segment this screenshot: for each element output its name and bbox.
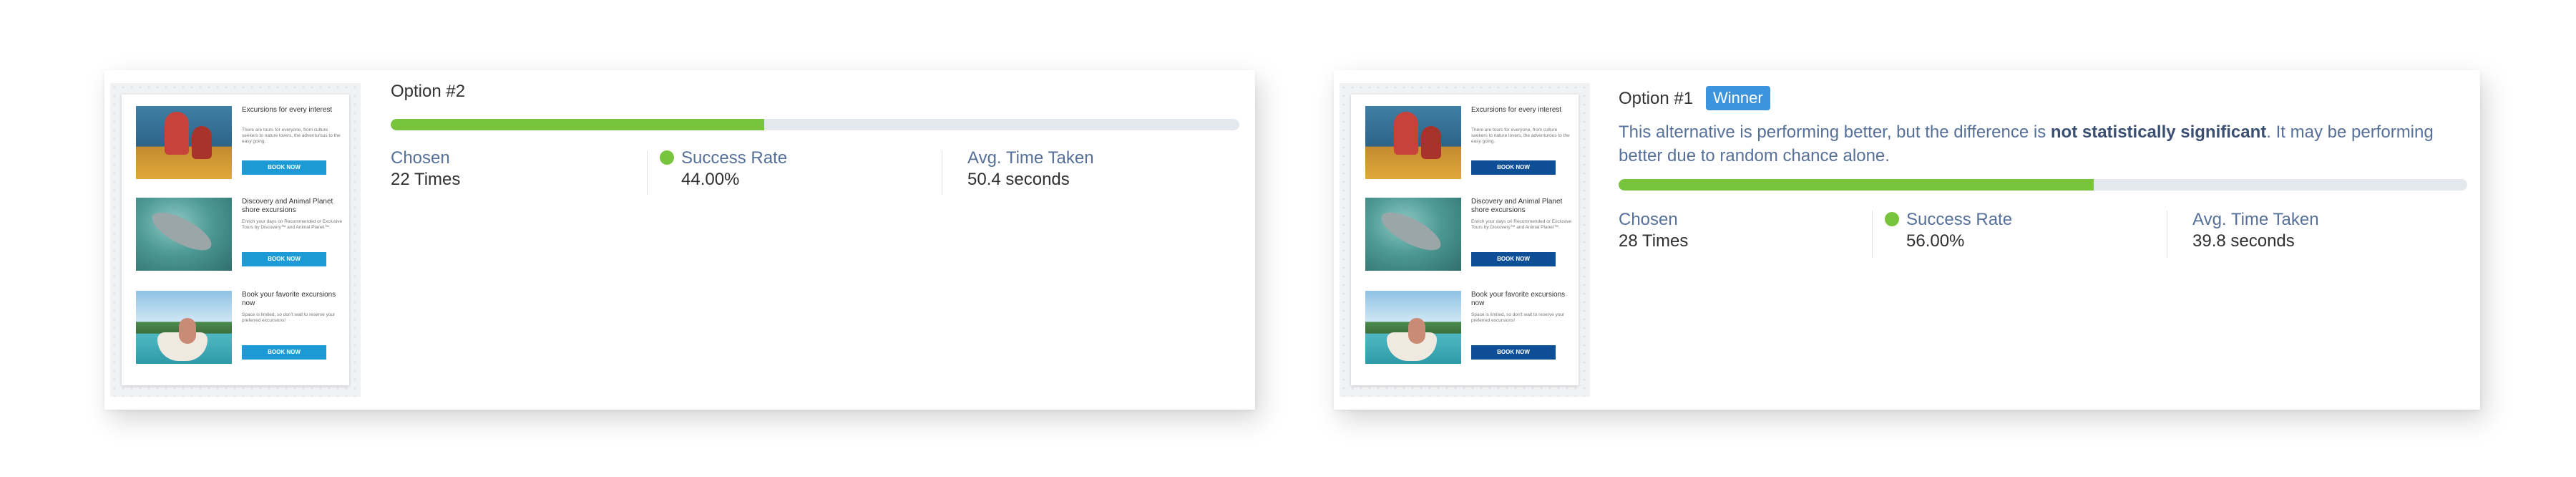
success-label: Success Rate bbox=[681, 148, 788, 168]
email-block: Discovery and Animal Planet shore excurs… bbox=[1365, 198, 1573, 276]
chosen-value: 22 Times bbox=[391, 170, 461, 189]
success-value: 56.00% bbox=[1906, 231, 1965, 251]
stat-success-rate: Success Rate 56.00% bbox=[1885, 209, 2012, 252]
progress-bar-fill bbox=[1619, 179, 2094, 191]
dolphin-photo bbox=[1365, 198, 1461, 271]
email-block-title: Book your favorite excursions now bbox=[242, 291, 336, 307]
email-block: Book your favorite excursions now Space … bbox=[1365, 291, 1573, 370]
stat-avg-time: Avg. Time Taken 39.8 seconds bbox=[2192, 209, 2319, 252]
stat-avg-time: Avg. Time Taken 50.4 seconds bbox=[967, 148, 1094, 191]
time-label: Avg. Time Taken bbox=[2192, 210, 2319, 229]
success-dot-icon bbox=[660, 150, 674, 165]
significance-emphasis: not statistically significant bbox=[2050, 122, 2267, 142]
stat-chosen: Chosen 28 Times bbox=[1619, 209, 1688, 252]
time-label: Avg. Time Taken bbox=[967, 148, 1094, 168]
option-card-1: Excursions for every interest There are … bbox=[1334, 70, 2480, 410]
time-value: 50.4 seconds bbox=[967, 170, 1070, 189]
email-block-title: Discovery and Animal Planet shore excurs… bbox=[1471, 198, 1563, 214]
email-block-body: Enrich your days on Recommended or Exclu… bbox=[242, 219, 343, 230]
book-now-button[interactable]: BOOK NOW bbox=[242, 160, 326, 175]
divider bbox=[1872, 211, 1873, 258]
beach-boat-photo bbox=[1365, 291, 1461, 364]
email-block-body: Enrich your days on Recommended or Exclu… bbox=[1471, 219, 1572, 230]
significance-note: This alternative is performing better, b… bbox=[1619, 122, 2434, 165]
chosen-value: 28 Times bbox=[1619, 231, 1689, 251]
email-block-title: Excursions for every interest bbox=[242, 106, 333, 114]
success-dot-icon bbox=[1885, 212, 1899, 226]
book-now-button[interactable]: BOOK NOW bbox=[1471, 345, 1556, 360]
email-block-title: Excursions for every interest bbox=[1471, 106, 1562, 114]
success-value: 44.00% bbox=[681, 170, 740, 189]
email-block-body: There are tours for everyone, from cultu… bbox=[242, 127, 341, 144]
stat-success-rate: Success Rate 44.00% bbox=[660, 148, 787, 191]
progress-bar-fill bbox=[391, 119, 764, 130]
email-preview: Excursions for every interest There are … bbox=[1351, 95, 1579, 385]
kayak-photo bbox=[1365, 106, 1461, 179]
email-preview: Excursions for every interest There are … bbox=[122, 95, 349, 385]
book-now-button[interactable]: BOOK NOW bbox=[1471, 160, 1556, 175]
divider bbox=[647, 150, 648, 195]
email-thumbnail[interactable]: Excursions for every interest There are … bbox=[1340, 83, 1590, 397]
book-now-button[interactable]: BOOK NOW bbox=[242, 345, 326, 360]
email-block-body: Space is limited, so don't wait to reser… bbox=[242, 312, 336, 323]
progress-bar bbox=[1619, 179, 2467, 191]
email-block: Book your favorite excursions now Space … bbox=[136, 291, 343, 370]
email-block-body: Space is limited, so don't wait to reser… bbox=[1471, 312, 1565, 323]
email-thumbnail[interactable]: Excursions for every interest There are … bbox=[110, 83, 361, 397]
progress-bar bbox=[391, 119, 1239, 130]
kayak-photo bbox=[136, 106, 232, 179]
email-block-body: There are tours for everyone, from cultu… bbox=[1471, 127, 1570, 144]
chosen-label: Chosen bbox=[1619, 210, 1678, 229]
beach-boat-photo bbox=[136, 291, 232, 364]
success-label: Success Rate bbox=[1906, 210, 2013, 229]
option-title: Option #2 bbox=[391, 82, 466, 101]
email-block-title: Book your favorite excursions now bbox=[1471, 291, 1566, 307]
winner-badge: Winner bbox=[1706, 86, 1770, 110]
time-value: 39.8 seconds bbox=[2192, 231, 2295, 251]
stat-chosen: Chosen 22 Times bbox=[391, 148, 460, 191]
email-block: Excursions for every interest There are … bbox=[136, 106, 343, 185]
email-block-title: Discovery and Animal Planet shore excurs… bbox=[242, 198, 333, 214]
option-title: Option #1 bbox=[1619, 89, 1694, 108]
email-block: Discovery and Animal Planet shore excurs… bbox=[136, 198, 343, 276]
dolphin-photo bbox=[136, 198, 232, 271]
book-now-button[interactable]: BOOK NOW bbox=[1471, 252, 1556, 266]
chosen-label: Chosen bbox=[391, 148, 450, 168]
book-now-button[interactable]: BOOK NOW bbox=[242, 252, 326, 266]
option-card-2: Excursions for every interest There are … bbox=[104, 70, 1255, 410]
email-block: Excursions for every interest There are … bbox=[1365, 106, 1573, 185]
